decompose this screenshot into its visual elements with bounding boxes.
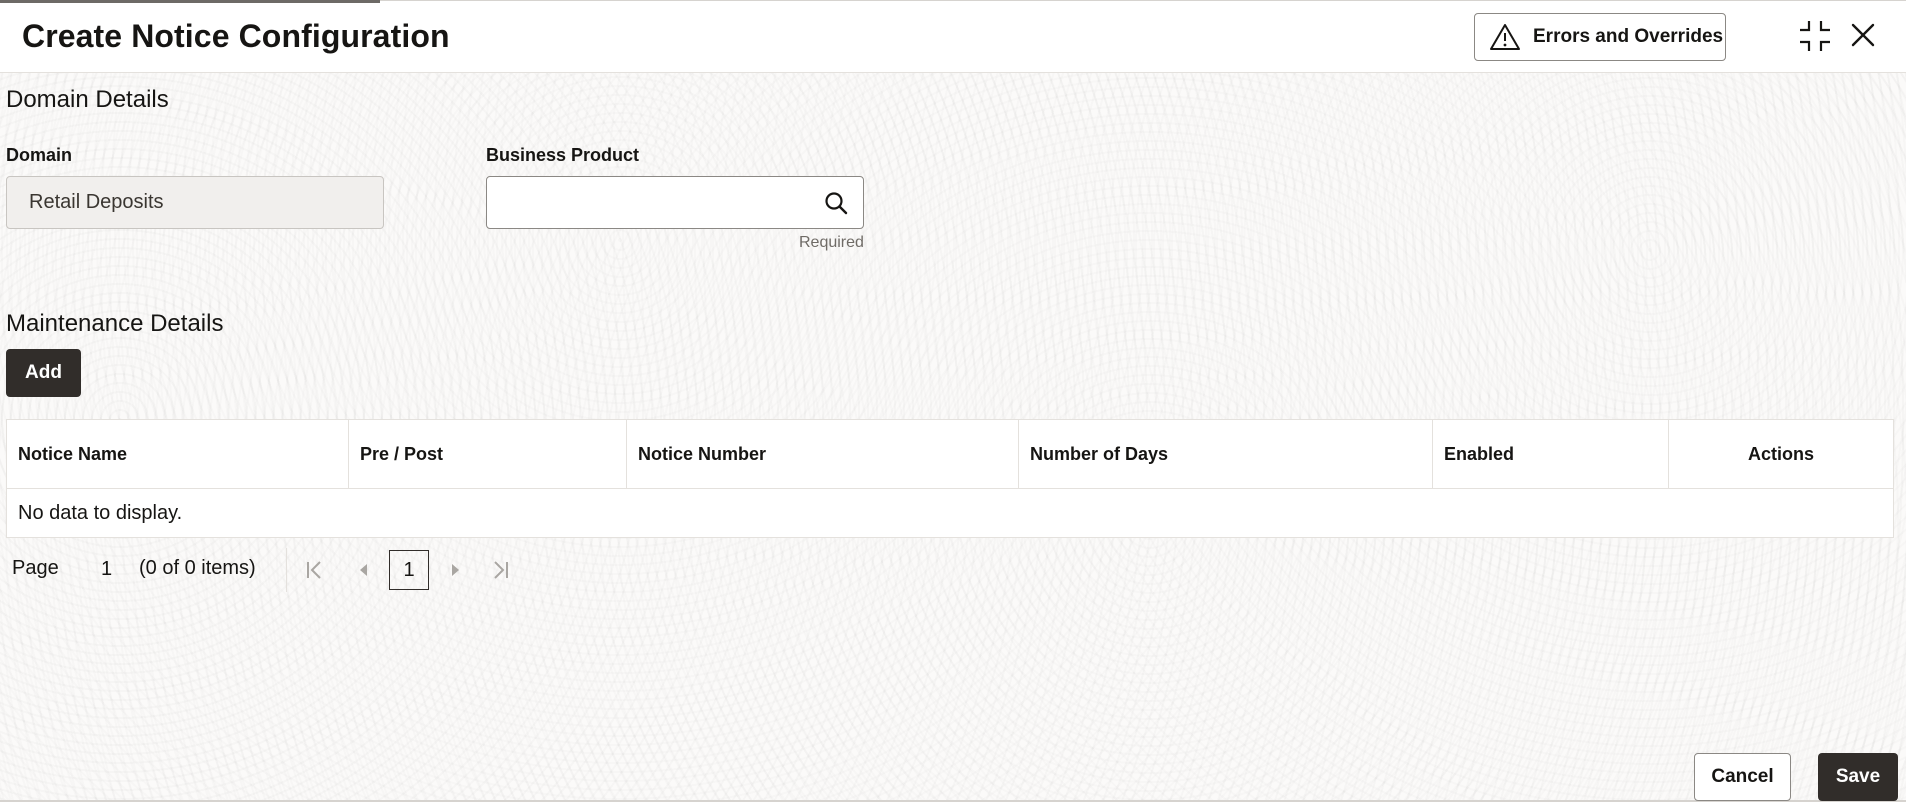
- previous-page-icon[interactable]: [353, 559, 375, 581]
- top-divider: [380, 0, 1906, 1]
- current-page-number[interactable]: 1: [101, 558, 112, 581]
- column-header-enabled[interactable]: Enabled: [1433, 420, 1669, 488]
- column-header-number-of-days[interactable]: Number of Days: [1019, 420, 1433, 488]
- warning-triangle-icon: [1490, 24, 1520, 50]
- maintenance-table: Notice Name Pre / Post Notice Number Num…: [6, 419, 1894, 538]
- header: Create Notice Configuration Errors and O…: [0, 0, 1906, 73]
- column-header-notice-name[interactable]: Notice Name: [7, 420, 349, 488]
- column-header-pre-post[interactable]: Pre / Post: [349, 420, 627, 488]
- domain-value: Retail Deposits: [29, 191, 164, 213]
- errors-and-overrides-button[interactable]: Errors and Overrides: [1474, 13, 1726, 61]
- domain-details-title: Domain Details: [6, 86, 169, 113]
- business-product-input[interactable]: [487, 177, 807, 228]
- pagination: Page 1 (0 of 0 items) 1: [12, 548, 532, 592]
- items-count: (0 of 0 items): [139, 557, 256, 579]
- errors-button-label: Errors and Overrides: [1533, 26, 1724, 47]
- add-button[interactable]: Add: [6, 349, 81, 397]
- maintenance-details-title: Maintenance Details: [6, 310, 224, 337]
- pagination-divider: [286, 548, 287, 592]
- domain-field: Retail Deposits: [6, 176, 384, 229]
- empty-table-message: No data to display.: [18, 502, 183, 524]
- column-header-actions: Actions: [1747, 443, 1814, 464]
- page-button-1[interactable]: 1: [389, 550, 429, 590]
- search-icon[interactable]: [823, 190, 849, 216]
- page-label: Page: [12, 557, 59, 579]
- cancel-button[interactable]: Cancel: [1694, 753, 1791, 801]
- last-page-icon[interactable]: [489, 559, 511, 581]
- table-header: Notice Name Pre / Post Notice Number Num…: [7, 420, 1893, 489]
- top-accent-bar: [0, 0, 380, 3]
- page-title: Create Notice Configuration: [22, 18, 450, 54]
- first-page-icon[interactable]: [304, 559, 326, 581]
- save-button[interactable]: Save: [1818, 753, 1898, 801]
- minimize-icon[interactable]: [1798, 19, 1832, 53]
- business-product-required-hint: Required: [799, 234, 864, 251]
- next-page-icon[interactable]: [444, 559, 466, 581]
- close-icon[interactable]: [1850, 22, 1876, 48]
- column-header-notice-number[interactable]: Notice Number: [627, 420, 1019, 488]
- page: Create Notice Configuration Errors and O…: [0, 0, 1906, 802]
- business-product-field[interactable]: [486, 176, 864, 229]
- business-product-label: Business Product: [486, 145, 640, 165]
- domain-label: Domain: [6, 145, 73, 165]
